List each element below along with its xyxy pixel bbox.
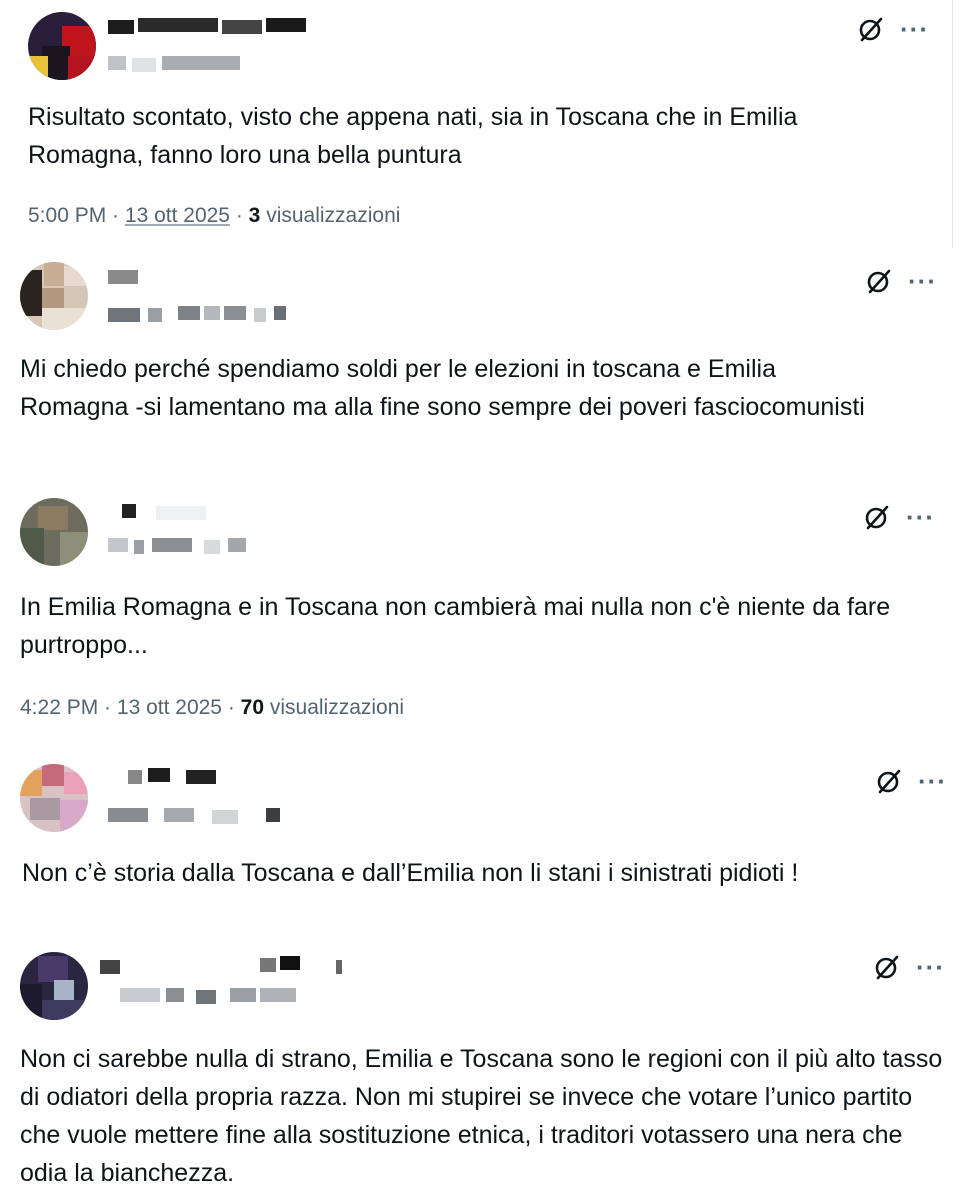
avatar[interactable] xyxy=(20,498,88,566)
post-date[interactable]: 13 ott 2025 xyxy=(125,204,230,227)
avatar[interactable] xyxy=(20,952,88,1020)
post-4: ··· Non c’è storia dalla Toscana e dall’… xyxy=(0,740,960,930)
post-actions: ··· xyxy=(866,268,937,294)
post-text: Non c’è storia dalla Toscana e dall’Emil… xyxy=(22,859,799,887)
post-time[interactable]: 5:00 PM xyxy=(28,204,106,227)
post-2: ··· Mi chiedo perché spendiamo soldi per… xyxy=(0,250,960,490)
post-text: In Emilia Romagna e in Toscana non cambi… xyxy=(20,593,891,659)
more-icon[interactable]: ··· xyxy=(918,768,947,794)
avatar[interactable] xyxy=(20,764,88,832)
post-actions: ··· xyxy=(874,954,945,980)
more-icon[interactable]: ··· xyxy=(916,954,945,980)
post-text: Risultato scontato, visto che appena nat… xyxy=(28,103,798,169)
post-meta: 4:22 PM · 13 ott 2025 · 70 visualizzazio… xyxy=(20,696,405,719)
post-meta: 5:00 PM · 13 ott 2025 · 3 visualizzazion… xyxy=(28,204,401,227)
views-label: visualizzazioni xyxy=(266,204,401,227)
post-text: Non ci sarebbe nulla di strano, Emilia e… xyxy=(20,1045,943,1187)
avatar[interactable] xyxy=(20,262,88,330)
post-5: ··· Non ci sarebbe nulla di strano, Emil… xyxy=(0,930,960,1200)
grok-icon[interactable] xyxy=(864,504,890,530)
more-icon[interactable]: ··· xyxy=(908,268,937,294)
grok-icon[interactable] xyxy=(866,268,892,294)
grok-icon[interactable] xyxy=(876,768,902,794)
grok-icon[interactable] xyxy=(858,16,884,42)
more-icon[interactable]: ··· xyxy=(900,16,929,42)
post-text: Mi chiedo perché spendiamo soldi per le … xyxy=(20,355,865,421)
post-time[interactable]: 4:22 PM xyxy=(20,696,98,719)
views-count: 70 xyxy=(240,696,265,719)
post-3: ··· In Emilia Romagna e in Toscana non c… xyxy=(0,490,960,740)
views-count: 3 xyxy=(248,204,261,227)
post-actions: ··· xyxy=(876,768,947,794)
post-date[interactable]: 13 ott 2025 xyxy=(117,696,222,719)
grok-icon[interactable] xyxy=(874,954,900,980)
post-1: ··· Risultato scontato, visto che appena… xyxy=(0,0,960,250)
more-icon[interactable]: ··· xyxy=(906,504,935,530)
post-actions: ··· xyxy=(864,504,935,530)
views-label: visualizzazioni xyxy=(269,696,405,719)
avatar[interactable] xyxy=(28,12,96,80)
post-actions: ··· xyxy=(858,16,929,42)
